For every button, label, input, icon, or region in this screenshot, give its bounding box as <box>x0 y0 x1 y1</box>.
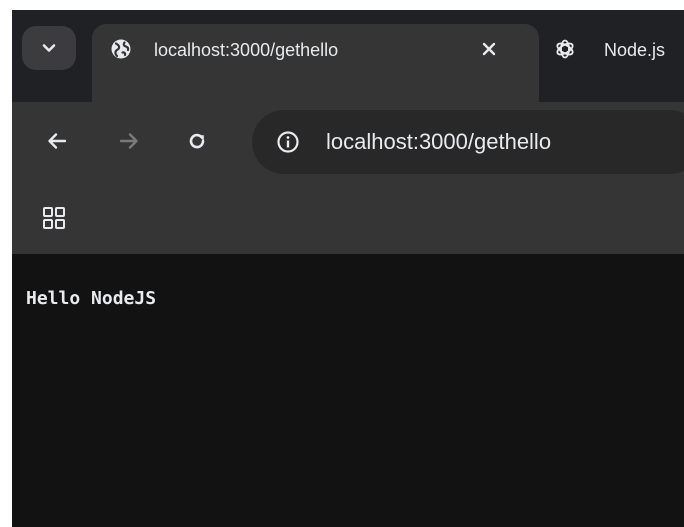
close-icon <box>482 42 496 56</box>
globe-icon <box>111 39 131 59</box>
site-info-button[interactable] <box>272 126 304 158</box>
back-button[interactable] <box>42 126 72 156</box>
openai-icon <box>556 39 574 59</box>
apps-grid-icon <box>43 207 65 229</box>
page-content: Hello NodeJS <box>12 254 684 527</box>
info-icon <box>277 131 299 153</box>
address-bar[interactable]: localhost:3000/gethello <box>252 110 684 174</box>
arrow-left-icon <box>48 133 67 149</box>
bookmarks-bar <box>12 182 684 254</box>
browser-window: localhost:3000/gethello Node.js localhos… <box>12 10 684 527</box>
tab-active[interactable]: localhost:3000/gethello <box>92 24 539 102</box>
tab-title: localhost:3000/gethello <box>154 40 339 60</box>
toolbar: localhost:3000/gethello <box>12 102 684 182</box>
tab-strip: localhost:3000/gethello Node.js <box>12 10 684 102</box>
chevron-down-icon <box>42 44 56 52</box>
url-text[interactable]: localhost:3000/gethello <box>326 128 551 156</box>
tab-title: Node.js <box>604 40 666 60</box>
arrow-right-icon <box>119 133 138 149</box>
apps-button[interactable] <box>34 198 74 238</box>
tab-inactive[interactable]: Node.js <box>550 24 684 74</box>
forward-button[interactable] <box>114 126 144 156</box>
close-tab-button[interactable] <box>474 34 504 64</box>
reload-button[interactable] <box>182 126 212 156</box>
reload-icon <box>189 133 205 149</box>
page-body-text: Hello NodeJS <box>26 288 157 309</box>
tab-search-button[interactable] <box>22 26 76 70</box>
